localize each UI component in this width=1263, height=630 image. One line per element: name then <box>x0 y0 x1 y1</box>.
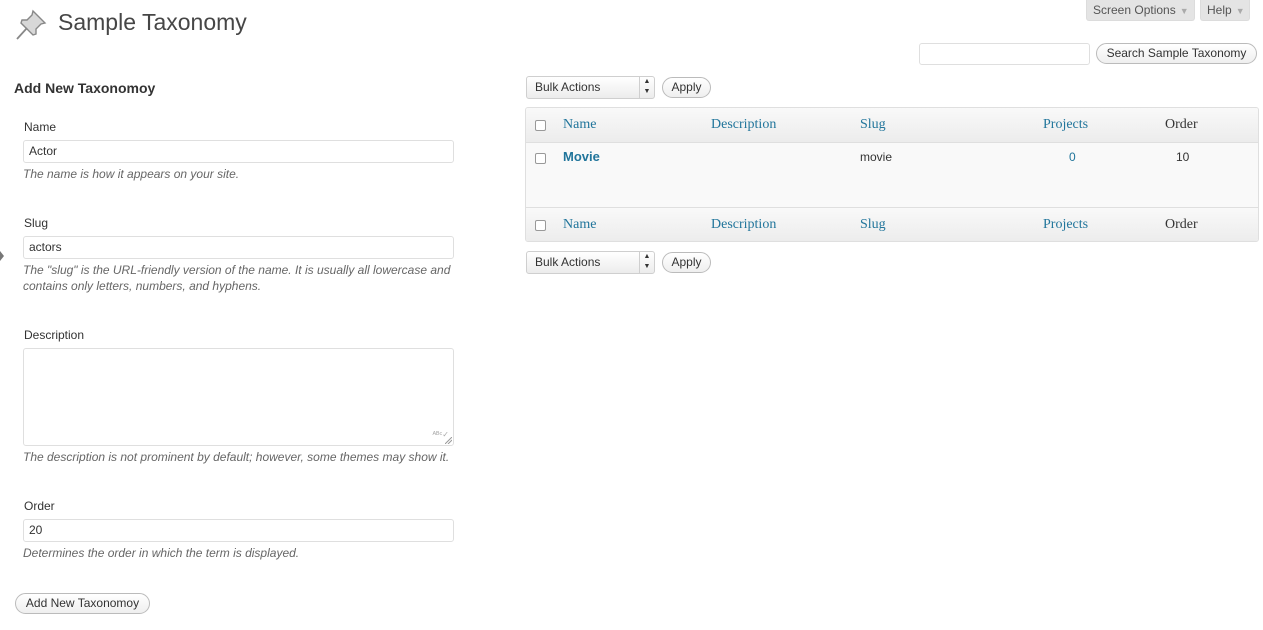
table-row: Movie movie 0 10 <box>526 143 1258 207</box>
description-help-text: The description is not prominent by defa… <box>23 450 450 464</box>
pushpin-icon <box>14 6 50 42</box>
term-slug: movie <box>860 150 893 164</box>
chevron-down-icon: ▼ <box>1235 6 1245 16</box>
column-header-description[interactable]: Description <box>711 108 776 142</box>
slug-label: Slug <box>24 216 49 230</box>
column-header-slug[interactable]: Slug <box>860 108 886 142</box>
description-label: Description <box>24 328 85 342</box>
add-new-taxonomy-button[interactable]: Add New Taxonomoy <box>15 593 150 614</box>
name-field[interactable]: Actor <box>23 140 454 163</box>
name-help-text: The name is how it appears on your site. <box>23 167 240 181</box>
order-field[interactable]: 20 <box>23 519 454 542</box>
order-label: Order <box>24 499 55 513</box>
bulk-actions-selected-bottom: Bulk Actions <box>535 255 601 269</box>
form-heading: Add New Taxonomoy <box>14 80 156 96</box>
column-header-order: Order <box>1165 117 1198 132</box>
column-header-projects[interactable]: Projects <box>1043 108 1088 142</box>
screen-options-label: Screen Options <box>1093 3 1176 17</box>
term-projects-count[interactable]: 0 <box>1069 150 1076 164</box>
help-label: Help <box>1207 3 1232 17</box>
select-arrows-icon: ▲ ▼ <box>639 252 654 273</box>
bulk-actions-select-bottom[interactable]: Bulk Actions ▲ ▼ <box>526 251 655 274</box>
slug-help-line-1: The "slug" is the URL-friendly version o… <box>23 263 451 277</box>
column-header-name[interactable]: Name <box>563 108 596 142</box>
select-all-checkbox-footer[interactable] <box>535 220 546 231</box>
term-order: 10 <box>1176 150 1190 164</box>
column-footer-order: Order <box>1165 217 1198 232</box>
screen-options-button[interactable]: Screen Options ▼ <box>1086 0 1195 21</box>
apply-button-top[interactable]: Apply <box>662 77 711 98</box>
column-footer-slug[interactable]: Slug <box>860 208 886 241</box>
resize-handle-icon[interactable] <box>445 437 452 444</box>
description-textarea[interactable]: ᴬᴮᶜ✓ <box>23 348 454 446</box>
bulk-actions-select-top[interactable]: Bulk Actions ▲ ▼ <box>526 76 655 99</box>
order-help-text: Determines the order in which the term i… <box>23 546 300 560</box>
column-footer-projects[interactable]: Projects <box>1043 208 1088 241</box>
slug-help-line-2: contains only letters, numbers, and hyph… <box>23 279 262 293</box>
select-all-checkbox[interactable] <box>535 120 546 131</box>
slug-help-text: The "slug" is the URL-friendly version o… <box>23 262 450 294</box>
column-footer-description[interactable]: Description <box>711 208 776 241</box>
help-button[interactable]: Help ▼ <box>1200 0 1250 21</box>
select-arrows-icon: ▲ ▼ <box>639 77 654 98</box>
taxonomy-table: Name Description Slug Projects Order Mov… <box>525 107 1259 242</box>
column-footer-name[interactable]: Name <box>563 208 596 241</box>
collapse-arrow-icon <box>0 251 4 261</box>
row-checkbox[interactable] <box>535 153 546 164</box>
slug-field[interactable]: actors <box>23 236 454 259</box>
table-footer: Name Description Slug Projects Order <box>526 207 1258 241</box>
table-header: Name Description Slug Projects Order <box>526 108 1258 143</box>
term-name-link[interactable]: Movie <box>563 149 600 164</box>
search-button[interactable]: Search Sample Taxonomy <box>1096 43 1257 64</box>
apply-button-bottom[interactable]: Apply <box>662 252 711 273</box>
search-input[interactable] <box>919 43 1090 65</box>
chevron-down-icon: ▼ <box>1179 6 1189 16</box>
bulk-actions-selected: Bulk Actions <box>535 80 601 94</box>
page-title: Sample Taxonomy <box>58 9 247 35</box>
name-label: Name <box>24 120 57 134</box>
